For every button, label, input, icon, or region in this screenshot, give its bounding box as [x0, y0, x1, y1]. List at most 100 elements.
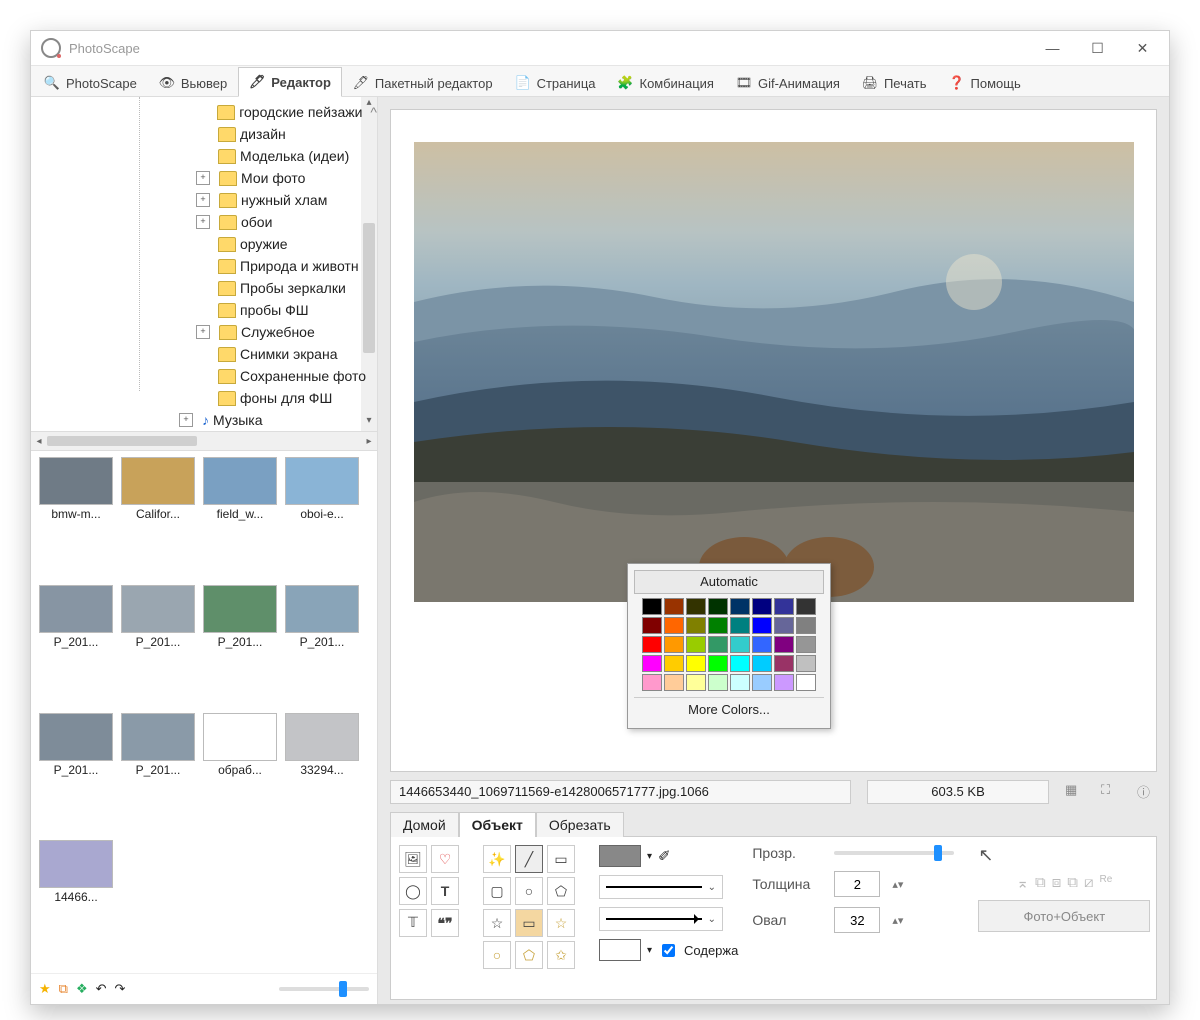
thumbnail[interactable]: oboi-e...	[281, 457, 363, 584]
color-swatch[interactable]	[708, 598, 728, 615]
star-icon[interactable]: ★	[39, 981, 51, 997]
thumb-zoom-slider[interactable]	[279, 987, 369, 991]
color-swatch[interactable]	[642, 598, 662, 615]
color-swatch[interactable]	[730, 636, 750, 653]
tab-пакетный редактор[interactable]: 🖊Пакетный редактор	[342, 68, 504, 97]
color-swatch[interactable]	[686, 617, 706, 634]
opacity-slider[interactable]	[834, 851, 954, 855]
tab-печать[interactable]: 🖨Печать	[851, 68, 938, 97]
maximize-button[interactable]: ☐	[1075, 31, 1120, 65]
tab-photoscape[interactable]: 🔍PhotoScape	[33, 68, 148, 97]
photo-object-button[interactable]: Фото+Объект	[978, 900, 1150, 932]
tab-страница[interactable]: 📄Страница	[504, 68, 607, 97]
color-swatch[interactable]	[664, 636, 684, 653]
tree-folder[interactable]: Моделька (идеи)	[131, 145, 377, 167]
tree-folder[interactable]: Пробы зеркалки	[131, 277, 377, 299]
color-swatch[interactable]	[796, 674, 816, 691]
fill-color-swatch[interactable]	[599, 939, 641, 961]
tree-folder[interactable]: пробы ФШ	[131, 299, 377, 321]
tree-folder[interactable]: городские пейзажи^	[131, 101, 377, 123]
tree-folder[interactable]: дизайн	[131, 123, 377, 145]
color-swatch[interactable]	[642, 674, 662, 691]
color-swatch[interactable]	[642, 655, 662, 672]
pentagon-gold-button[interactable]: ⬠	[515, 941, 543, 969]
grid-icon[interactable]: ▦	[1065, 782, 1085, 802]
tab-редактор[interactable]: 🖊Редактор	[238, 67, 342, 97]
color-swatch[interactable]	[686, 655, 706, 672]
color-swatch[interactable]	[796, 617, 816, 634]
color-swatch[interactable]	[774, 598, 794, 615]
color-swatch[interactable]	[774, 617, 794, 634]
automatic-color-button[interactable]: Automatic	[634, 570, 824, 594]
tree-folder[interactable]: Снимки экрана	[131, 343, 377, 365]
tree-folder[interactable]: +Мои фото	[131, 167, 377, 189]
thumbnail[interactable]: P_201...	[281, 585, 363, 712]
thumbnail[interactable]: field_w...	[199, 457, 281, 584]
insert-richtext-button[interactable]: 𝕋	[399, 909, 427, 937]
color-swatch[interactable]	[774, 655, 794, 672]
tree-folder[interactable]: +Служебное	[131, 321, 377, 343]
tree-folder[interactable]: оружие	[131, 233, 377, 255]
color-swatch[interactable]	[664, 674, 684, 691]
thumbnail[interactable]: P_201...	[35, 585, 117, 712]
thumbnail[interactable]: 14466...	[35, 840, 117, 967]
thumbnail[interactable]: P_201...	[35, 713, 117, 840]
line-button[interactable]: ╱	[515, 845, 543, 873]
insert-image-button[interactable]: 🖼	[399, 845, 427, 873]
tree-folder[interactable]: фоны для ФШ	[131, 387, 377, 409]
color-swatch[interactable]	[796, 655, 816, 672]
color-swatch[interactable]	[686, 598, 706, 615]
star-outline-gold-button[interactable]: ✩	[547, 941, 575, 969]
magicwand-button[interactable]: ✨	[483, 845, 511, 873]
color-swatch[interactable]	[752, 655, 772, 672]
sendback-icon[interactable]: ⧈	[1052, 874, 1062, 892]
star-button[interactable]: ☆	[483, 909, 511, 937]
color-swatch[interactable]	[774, 636, 794, 653]
oval-input[interactable]	[834, 907, 880, 933]
close-button[interactable]: ✕	[1120, 31, 1165, 65]
color-swatch[interactable]	[686, 636, 706, 653]
thumbnail[interactable]: 33294...	[281, 713, 363, 840]
tree-hscrollbar[interactable]: ◂▸	[31, 431, 377, 451]
thumbnail[interactable]: P_201...	[117, 713, 199, 840]
insert-quote-button[interactable]: ❝❞	[431, 909, 459, 937]
circle-button[interactable]: ○	[515, 877, 543, 905]
thumbnail[interactable]: P_201...	[117, 585, 199, 712]
delete-icon[interactable]: ⧄	[1084, 874, 1094, 892]
color-swatch[interactable]	[752, 617, 772, 634]
tab-вьювер[interactable]: 👁Вьювер	[148, 68, 238, 97]
panel-tab-Объект[interactable]: Объект	[459, 812, 536, 837]
color-swatch[interactable]	[708, 674, 728, 691]
color-swatch[interactable]	[796, 598, 816, 615]
tree-folder[interactable]: Природа и животн	[131, 255, 377, 277]
fullscreen-icon[interactable]: ⛶	[1101, 782, 1121, 802]
color-swatch[interactable]	[752, 598, 772, 615]
color-swatch[interactable]	[752, 674, 772, 691]
thumbnail[interactable]: bmw-m...	[35, 457, 117, 584]
roundrect-button[interactable]: ▢	[483, 877, 511, 905]
insert-text-button[interactable]: T	[431, 877, 459, 905]
tab-помощь[interactable]: ❓Помощь	[938, 68, 1032, 97]
color-swatch[interactable]	[642, 617, 662, 634]
stroke-color-swatch[interactable]	[599, 845, 641, 867]
color-swatch[interactable]	[664, 655, 684, 672]
color-picker-popup[interactable]: Automatic More Colors...	[627, 563, 831, 729]
line-style-picker[interactable]: ⌄	[599, 875, 723, 899]
circle-gold-button[interactable]: ○	[483, 941, 511, 969]
tab-gif-анимация[interactable]: 🎞Gif-Анимация	[725, 68, 851, 97]
insert-heart-button[interactable]: ♡	[431, 845, 459, 873]
tab-комбинация[interactable]: 🧩Комбинация	[607, 68, 725, 97]
star-gold-button[interactable]: ☆	[547, 909, 575, 937]
refresh-icon[interactable]: Re	[1100, 874, 1113, 892]
panel-tab-Домой[interactable]: Домой	[390, 812, 459, 837]
panel-tab-Обрезать[interactable]: Обрезать	[536, 812, 624, 837]
thickness-input[interactable]	[834, 871, 880, 897]
filled-rect-button[interactable]: ▭	[515, 909, 543, 937]
tree-folder[interactable]: Сохраненные фото	[131, 365, 377, 387]
color-swatch[interactable]	[642, 636, 662, 653]
color-swatch[interactable]	[730, 617, 750, 634]
color-swatch[interactable]	[708, 636, 728, 653]
cursor-icon[interactable]: ↖	[978, 845, 993, 866]
color-swatch[interactable]	[796, 636, 816, 653]
color-swatch[interactable]	[730, 598, 750, 615]
